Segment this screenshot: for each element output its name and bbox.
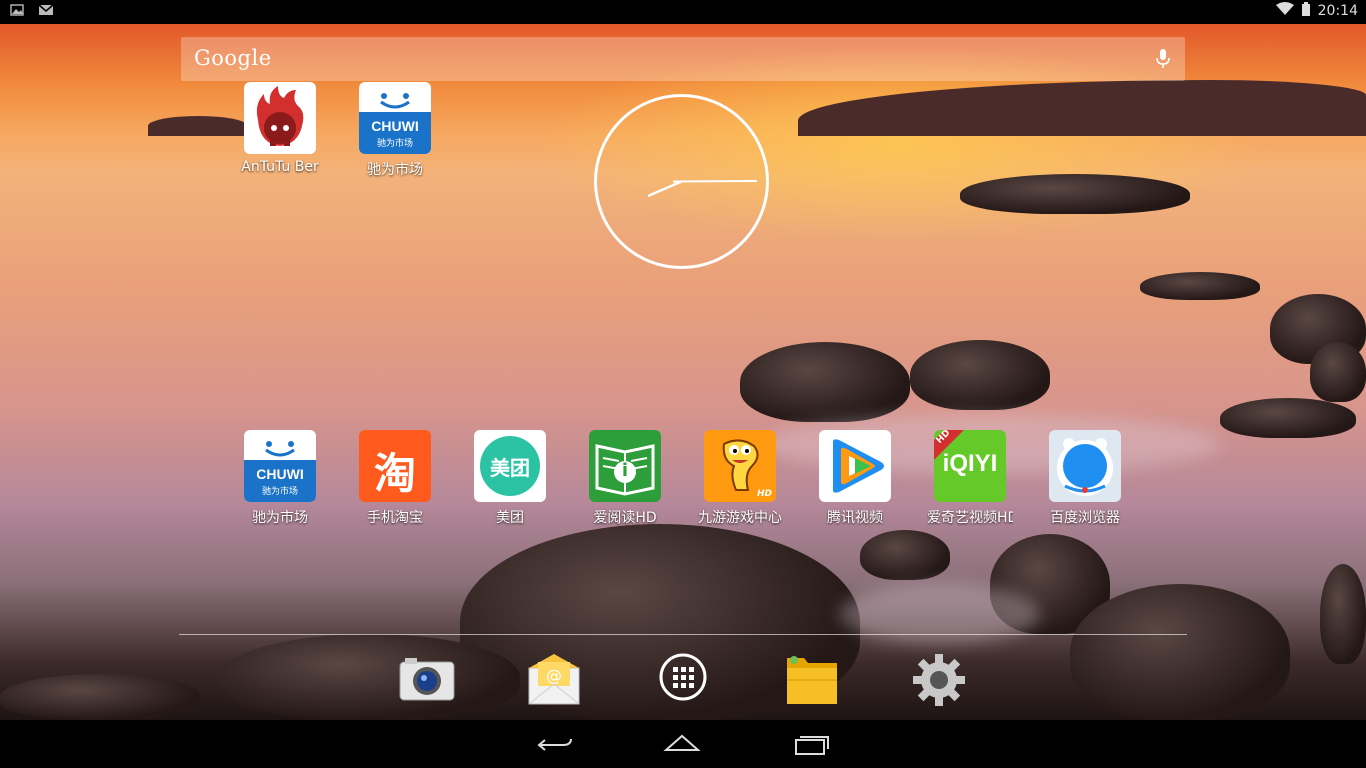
app-aiyuedu[interactable]: i 爱阅读HD	[570, 430, 680, 527]
jiuyou-badge: HD	[756, 489, 772, 499]
back-icon	[537, 738, 572, 751]
chuwi-market-icon: CHUWI 驰为市场	[244, 430, 316, 502]
home-button[interactable]	[662, 732, 702, 758]
home-icon	[663, 734, 701, 751]
app-drawer-icon	[659, 653, 707, 701]
antutu-icon	[244, 82, 316, 154]
app-antutu[interactable]: AnTuTu Ber	[225, 82, 335, 175]
iqiyi-glyph: iQIYI	[942, 450, 998, 477]
rock	[1310, 342, 1366, 402]
app-label: 驰为市场	[367, 162, 423, 178]
image-icon	[10, 3, 24, 17]
aiyuedu-icon: i	[589, 430, 661, 502]
rock	[740, 342, 910, 422]
meituan-icon: 美团	[474, 430, 546, 502]
chuwi-market-icon: CHUWI 驰为市场	[359, 82, 431, 154]
jiuyou-icon: HD	[704, 430, 776, 502]
battery-icon	[1301, 2, 1310, 20]
chuwi-subtext: 驰为市场	[261, 487, 298, 497]
rock	[960, 174, 1190, 214]
rock	[220, 634, 520, 720]
microphone-icon[interactable]	[1155, 48, 1171, 74]
chuwi-subtext: 驰为市场	[376, 139, 413, 149]
wifi-icon	[1275, 2, 1294, 20]
gmail-icon	[38, 3, 54, 17]
app-baidu-browser[interactable]: 百度浏览器	[1030, 430, 1140, 527]
app-label: 腾讯视频	[827, 510, 883, 526]
rock	[1140, 272, 1260, 300]
taobao-icon: 淘	[359, 430, 431, 502]
baidu-browser-icon	[1049, 430, 1121, 502]
app-label: 爱阅读HD	[593, 510, 657, 526]
app-iqiyi[interactable]: HD iQIYI 爱奇艺视频HD	[915, 430, 1025, 527]
minute-hand	[672, 180, 758, 183]
app-label: 驰为市场	[252, 510, 308, 526]
hour-hand	[647, 180, 682, 198]
status-bar: 20:14	[0, 0, 1366, 24]
app-label: 美团	[496, 510, 524, 526]
mountain-right	[798, 80, 1366, 136]
recents-button[interactable]	[792, 732, 832, 758]
app-jiuyou[interactable]: HD 九游游戏中心	[685, 430, 795, 527]
back-button[interactable]	[535, 732, 575, 758]
mist	[840, 584, 1040, 644]
dock-divider	[179, 634, 1187, 635]
navigation-bar	[0, 720, 1366, 768]
folder-icon	[787, 656, 837, 704]
dock-settings[interactable]	[909, 650, 969, 710]
chuwi-brand: CHUWI	[371, 118, 419, 134]
taobao-glyph: 淘	[373, 449, 416, 498]
iqiyi-icon: HD iQIYI	[934, 430, 1006, 502]
app-label: 爱奇艺视频HD	[927, 510, 1013, 526]
rock	[0, 674, 200, 720]
app-chuwi-market[interactable]: CHUWI 驰为市场 驰为市场	[225, 430, 335, 527]
clock-time: 20:14	[1317, 3, 1358, 19]
app-label: 百度浏览器	[1050, 510, 1120, 526]
recents-icon	[795, 736, 829, 755]
email-icon: @	[528, 654, 580, 705]
camera-icon	[399, 658, 455, 701]
app-tencent-video[interactable]: 腾讯视频	[800, 430, 910, 527]
app-label: AnTuTu Ber	[241, 159, 319, 175]
dock-app-drawer[interactable]	[653, 650, 713, 710]
rock	[1070, 584, 1290, 720]
analog-clock-widget[interactable]	[593, 93, 770, 270]
rock	[860, 530, 950, 580]
google-logo: Google	[194, 46, 272, 70]
app-chuwi-market[interactable]: CHUWI 驰为市场 驰为市场	[340, 82, 450, 179]
svg-text:@: @	[546, 666, 562, 685]
google-search-bar[interactable]: Google	[181, 37, 1185, 81]
dock-camera[interactable]	[397, 650, 457, 710]
app-meituan[interactable]: 美团 美团	[455, 430, 565, 527]
rock	[910, 340, 1050, 410]
gear-icon	[913, 654, 965, 706]
app-taobao[interactable]: 淘 手机淘宝	[340, 430, 450, 527]
dock-file-manager[interactable]	[782, 650, 842, 710]
rock	[1220, 398, 1356, 438]
aiyuedu-glyph: i	[621, 460, 629, 481]
chuwi-brand: CHUWI	[256, 466, 304, 482]
dock-email[interactable]: @	[524, 650, 584, 710]
rock	[1320, 564, 1366, 664]
app-label: 手机淘宝	[367, 510, 423, 526]
app-label: 九游游戏中心	[698, 510, 782, 526]
meituan-glyph: 美团	[490, 456, 530, 480]
tencent-video-icon	[819, 430, 891, 502]
